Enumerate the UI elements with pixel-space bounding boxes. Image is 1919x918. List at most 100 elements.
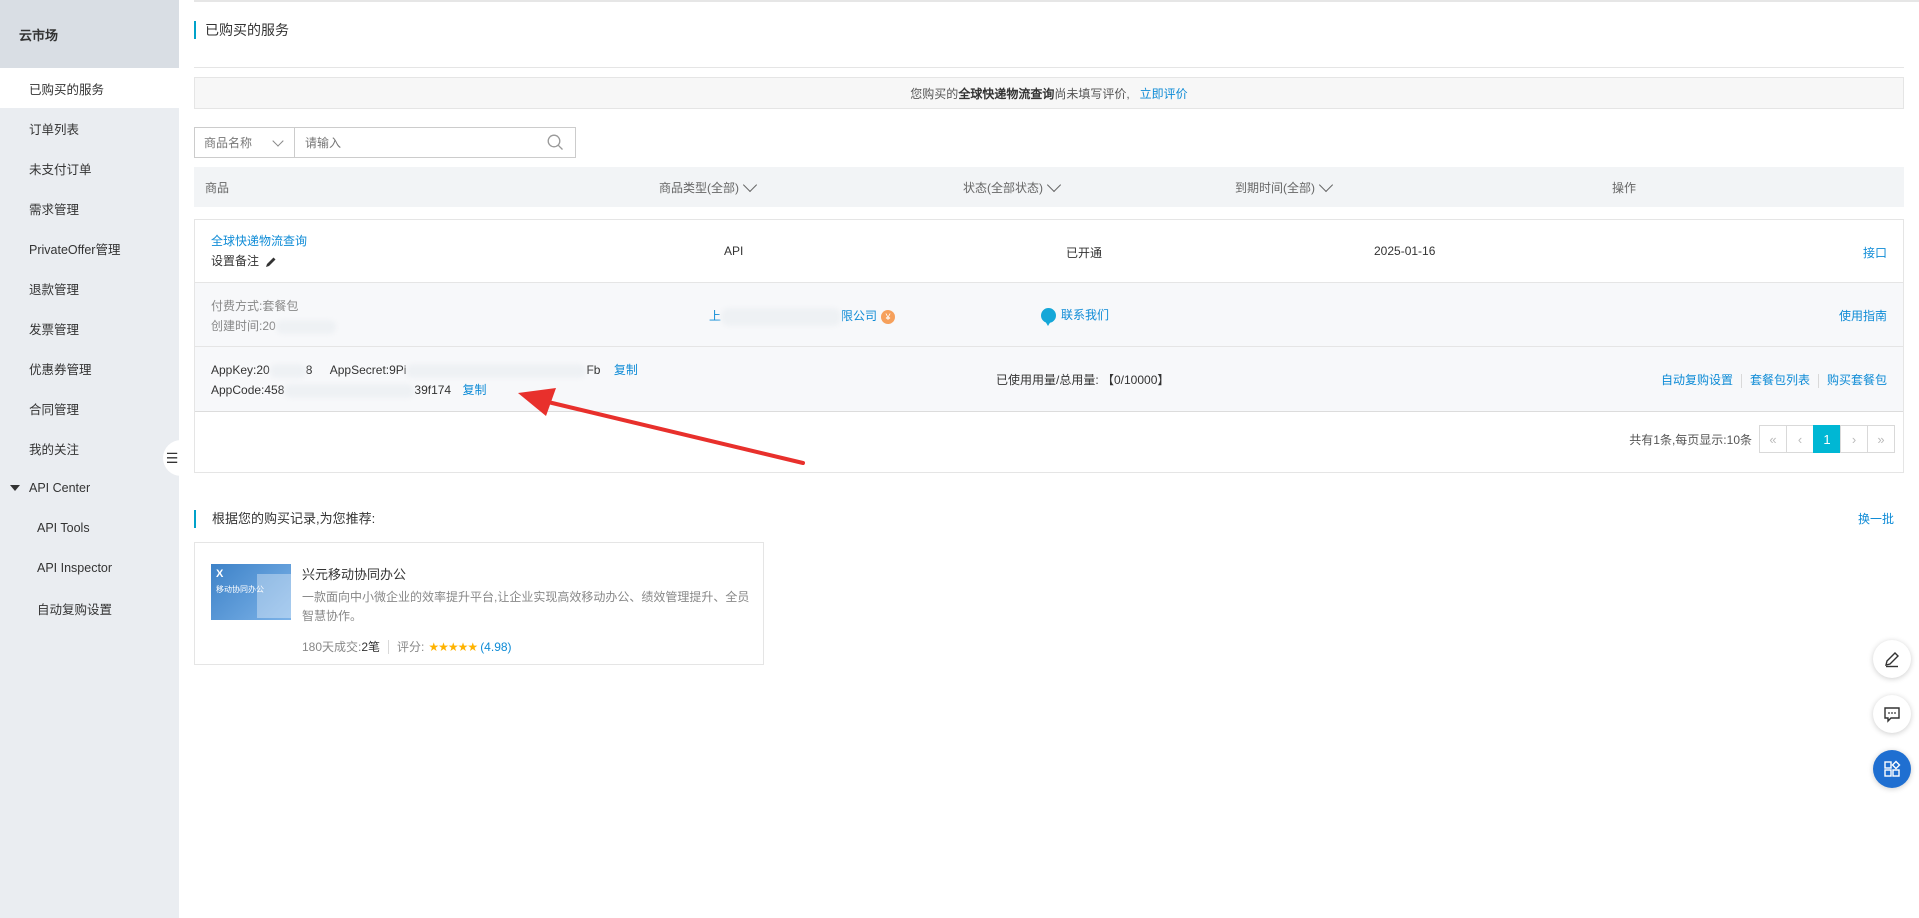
page-title: 已购买的服务	[194, 21, 289, 39]
sidebar-item-coupons[interactable]: 优惠券管理	[0, 348, 179, 388]
order-main-row: 全球快递物流查询 设置备注 API 已开通 2025-01-16 接口	[195, 220, 1903, 283]
header-status-filter[interactable]: 状态(全部状态)	[963, 167, 1062, 207]
contact-us-label: 联系我们	[1061, 308, 1110, 322]
usage-quota: 已使用用量/总用量: 【0/10000】	[996, 373, 1170, 387]
order-product-link[interactable]: 全球快递物流查询	[211, 232, 307, 249]
sidebar-group-api-center[interactable]: API Center	[0, 468, 179, 508]
created-time: 创建时间:20	[211, 317, 336, 334]
header-product: 商品	[205, 180, 230, 195]
order-type: API	[724, 244, 744, 258]
appkey-text: AppKey:20	[211, 363, 270, 377]
sidebar-item-api-inspector[interactable]: API Inspector	[0, 548, 179, 588]
sidebar-item-api-tools[interactable]: API Tools	[0, 508, 179, 548]
copy-secret-button[interactable]: 复制	[614, 363, 638, 377]
redacted-mask	[284, 383, 415, 398]
copy-appcode-button[interactable]: 复制	[462, 383, 486, 397]
next-page-button[interactable]: ›	[1840, 425, 1868, 453]
header-type-label: 商品类型(全部)	[659, 180, 739, 195]
sidebar-item-refunds[interactable]: 退款管理	[0, 268, 179, 308]
order-credentials-row: AppKey:20 8 AppSecret:9Pi Fb 复制 AppCode:45…	[195, 347, 1903, 412]
apps-button[interactable]	[1873, 750, 1911, 788]
main-content: 已购买的服务 您购买的 全球快递物流查询 尚未填写评价, 立即评价 商品名称 商…	[194, 0, 1919, 918]
redacted-mask	[406, 363, 587, 378]
sidebar-item-purchased-services[interactable]: 已购买的服务	[0, 68, 179, 108]
star-rating-icon: ★★★★★	[428, 639, 478, 654]
header-type-filter[interactable]: 商品类型(全部)	[659, 167, 758, 207]
divider	[388, 639, 390, 654]
sidebar-item-private-offer[interactable]: PrivateOffer管理	[0, 228, 179, 268]
set-remark-label: 设置备注	[211, 254, 260, 268]
table-header: 商品 商品类型(全部) 状态(全部状态) 到期时间(全部) 操作	[194, 167, 1904, 207]
vendor-prefix: 上	[709, 309, 722, 323]
caret-down-icon	[10, 485, 20, 491]
recommend-card[interactable]: X 移动协同办公 兴元移动协同办公 一款面向中小微企业的效率提升平台,让企业实现…	[194, 542, 764, 665]
notice-prefix: 您购买的	[910, 86, 959, 101]
pagination-row: 共有1条,每页显示:10条 « ‹ 1 › »	[195, 412, 1903, 474]
appcode-end: 39f174	[414, 383, 452, 397]
grid-apps-icon	[1884, 760, 1901, 777]
appkey-end: 8	[305, 363, 313, 377]
search-field-select[interactable]: 商品名称	[195, 128, 295, 157]
prev-page-button[interactable]: ‹	[1786, 425, 1814, 453]
sidebar-item-orders[interactable]: 订单列表	[0, 108, 179, 148]
edit-icon	[1885, 652, 1899, 668]
card-product-name[interactable]: 兴元移动协同办公	[302, 564, 406, 583]
rating-value: (4.98)	[480, 639, 512, 654]
pagination: 共有1条,每页显示:10条 « ‹ 1 › »	[1629, 425, 1895, 453]
chat-button[interactable]	[1873, 695, 1911, 733]
credentials-line-2: AppCode:458 39f174 复制	[211, 381, 486, 398]
buy-package-link[interactable]: 购买套餐包	[1827, 373, 1887, 387]
sidebar: 云市场 已购买的服务 订单列表 未支付订单 需求管理 PrivateOffer管…	[0, 0, 179, 918]
sidebar-item-auto-repurchase[interactable]: 自动复购设置	[0, 588, 179, 628]
first-page-button[interactable]: «	[1759, 425, 1787, 453]
header-expire-filter[interactable]: 到期时间(全部)	[1235, 167, 1334, 207]
product-thumbnail: X 移动协同办公	[211, 564, 291, 620]
header-status-label: 状态(全部状态)	[963, 180, 1043, 195]
chevron-down-icon	[742, 177, 758, 192]
chat-bubble-icon	[1041, 308, 1056, 327]
auto-repurchase-link[interactable]: 自动复购设置	[1661, 373, 1733, 387]
chevron-down-icon	[1046, 177, 1062, 192]
created-time-text: 创建时间:20	[211, 319, 276, 333]
redacted-mask	[275, 319, 336, 334]
header-action: 操作	[1612, 180, 1637, 195]
feedback-edit-button[interactable]	[1873, 640, 1911, 678]
order-detail-row: 付费方式:套餐包 创建时间:20 上 限公司 ¥ 联系我们 使用指南	[195, 283, 1903, 347]
appsecret-end: Fb	[586, 363, 601, 377]
redacted-mask	[269, 363, 306, 378]
contact-us-link[interactable]: 联系我们	[1041, 306, 1110, 327]
package-list-link[interactable]: 套餐包列表	[1750, 373, 1810, 387]
recommend-title: 根据您的购买记录,为您推荐:	[194, 510, 375, 528]
page-1-button[interactable]: 1	[1813, 425, 1841, 453]
divider	[1817, 373, 1819, 388]
last-page-button[interactable]: »	[1867, 425, 1895, 453]
api-link[interactable]: 接口	[1863, 244, 1887, 261]
title-divider	[194, 67, 1904, 68]
rating-label: 评分:	[397, 640, 425, 654]
sidebar-title: 云市场	[0, 0, 179, 68]
thumb-photo	[257, 574, 291, 618]
vendor-link[interactable]: 上 限公司 ¥	[709, 307, 896, 326]
review-now-link[interactable]: 立即评价	[1140, 85, 1188, 102]
set-remark-button[interactable]: 设置备注	[211, 252, 277, 269]
order-block: 全球快递物流查询 设置备注 API 已开通 2025-01-16 接口 付费方式…	[194, 219, 1904, 473]
notice-suffix: 尚未填写评价,	[1054, 86, 1130, 101]
thumb-logo: X	[216, 568, 224, 580]
chevron-down-icon	[1318, 177, 1334, 192]
sidebar-item-follows[interactable]: 我的关注	[0, 428, 179, 468]
annotation-arrow	[518, 388, 805, 465]
sidebar-item-demands[interactable]: 需求管理	[0, 188, 179, 228]
review-notice: 您购买的 全球快递物流查询 尚未填写评价, 立即评价	[194, 77, 1904, 109]
deals-label: 180天成交:	[302, 640, 362, 654]
sidebar-item-unpaid-orders[interactable]: 未支付订单	[0, 148, 179, 188]
sidebar-item-contracts[interactable]: 合同管理	[0, 388, 179, 428]
search-icon[interactable]	[535, 128, 575, 157]
sidebar-item-invoices[interactable]: 发票管理	[0, 308, 179, 348]
vendor-suffix: 限公司	[841, 309, 878, 323]
credentials-line-1: AppKey:20 8 AppSecret:9Pi Fb 复制	[211, 361, 638, 378]
search-input[interactable]	[295, 128, 535, 157]
refresh-recommend-link[interactable]: 换一批	[1858, 510, 1894, 527]
usage-guide-link[interactable]: 使用指南	[1839, 307, 1887, 324]
appcode-text: AppCode:458	[211, 383, 285, 397]
pencil-icon	[266, 257, 276, 267]
